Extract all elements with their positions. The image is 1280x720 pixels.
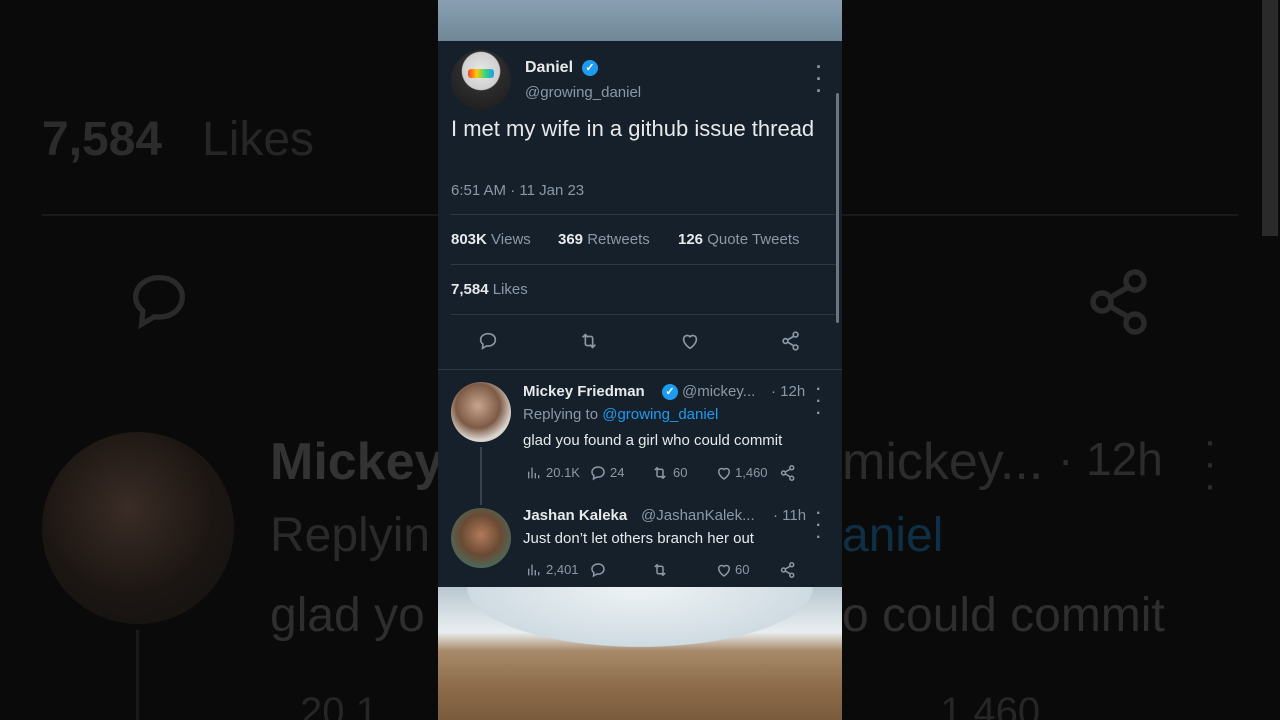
like-icon[interactable]	[679, 330, 701, 352]
bg-thread-line	[136, 630, 139, 720]
reply-icon[interactable]	[589, 561, 607, 579]
views-label: Views	[491, 231, 531, 248]
divider	[451, 214, 836, 215]
more-options-icon[interactable]: · · ·	[816, 382, 821, 422]
quotes-stat[interactable]: 126 Quote Tweets	[678, 231, 799, 248]
bg-right-scroll	[1262, 0, 1278, 236]
bg-reply-time: · 12h	[1058, 433, 1163, 485]
like-icon[interactable]	[715, 561, 733, 579]
reply-retweets-count: 60	[673, 465, 688, 480]
bg-share-icon	[1090, 269, 1147, 335]
reply-views-count: 20.1K	[546, 465, 580, 480]
verified-badge-icon: ✓	[582, 60, 598, 76]
reply-views-count: 2,401	[546, 562, 579, 577]
replying-prefix: Replying to	[523, 406, 599, 423]
bg-reply-text-left: glad yo	[270, 589, 425, 642]
divider	[451, 264, 836, 265]
bg-likes-label: Likes	[202, 113, 315, 166]
likes-label: Likes	[492, 281, 528, 298]
views-icon[interactable]	[526, 465, 542, 481]
divider	[438, 369, 842, 370]
reply-avatar[interactable]	[451, 382, 511, 442]
reply-time[interactable]: · 11h	[773, 507, 806, 524]
quotes-label: Quote Tweets	[707, 231, 800, 248]
reply-author-name[interactable]: Mickey Friedman	[523, 383, 645, 400]
share-icon[interactable]	[780, 330, 802, 352]
reply-likes-count: 60	[735, 562, 750, 577]
bg-likes-partial: 1,460	[940, 690, 1041, 720]
reply-text: glad you found a girl who could commit	[523, 432, 783, 449]
bg-replying-prefix: Replyin	[270, 509, 431, 562]
tweet-card: Daniel ✓ @growing_daniel · · · I met my wi…	[438, 41, 842, 587]
like-icon[interactable]	[715, 464, 733, 482]
views-icon[interactable]	[526, 562, 542, 578]
bg-divider-right	[842, 214, 1238, 216]
author-name[interactable]: Daniel	[525, 59, 573, 77]
more-options-icon[interactable]: · · ·	[816, 506, 821, 546]
retweet-icon[interactable]	[650, 464, 670, 482]
bg-reply-text-right: o could commit	[842, 589, 1165, 642]
scrollbar[interactable]	[836, 93, 839, 323]
reply-comments-count: 24	[610, 465, 625, 480]
background-sky	[438, 0, 842, 41]
verified-badge-icon: ✓	[662, 384, 678, 400]
bg-more-icon: · · ·	[1203, 419, 1217, 507]
bg-reply-name: Mickey	[270, 433, 444, 491]
more-options-icon[interactable]: · · ·	[816, 58, 822, 100]
phone-frame: Daniel ✓ @growing_daniel · · · I met my wi…	[438, 0, 842, 720]
reply-time[interactable]: · 12h	[771, 383, 805, 400]
share-icon[interactable]	[779, 561, 797, 579]
reply-text: Just don’t let others branch her out	[523, 530, 754, 547]
reply-icon[interactable]	[477, 330, 499, 352]
author-avatar[interactable]	[451, 50, 511, 110]
replying-handle-link[interactable]: @growing_daniel	[602, 406, 718, 423]
retweets-count: 369	[558, 231, 584, 248]
sunglasses	[468, 69, 494, 78]
reply-author-handle[interactable]: @JashanKalek...	[641, 507, 755, 524]
bg-divider	[42, 214, 438, 216]
bg-reply-icon	[133, 275, 185, 330]
reply-avatar[interactable]	[451, 508, 511, 568]
retweet-icon[interactable]	[578, 330, 600, 352]
divider	[451, 314, 836, 315]
share-icon[interactable]	[779, 464, 797, 482]
retweets-label: Retweets	[587, 231, 650, 248]
background-wave	[438, 587, 842, 657]
retweet-icon[interactable]	[650, 561, 670, 579]
reply-icon[interactable]	[589, 464, 607, 482]
author-handle[interactable]: @growing_daniel	[525, 84, 641, 101]
likes-stat[interactable]: 7,584 Likes	[451, 281, 528, 298]
likes-count: 7,584	[451, 281, 489, 298]
thread-line	[480, 447, 482, 505]
retweets-stat[interactable]: 369 Retweets	[558, 231, 650, 248]
quotes-count: 126	[678, 231, 704, 248]
views-stat[interactable]: 803K Views	[451, 231, 531, 248]
reply-likes-count: 1,460	[735, 465, 768, 480]
reply-author-handle[interactable]: @mickey...	[682, 383, 755, 400]
tweet-timestamp[interactable]: 6:51 AM · 11 Jan 23	[451, 182, 584, 199]
bg-likes-count: 7,584	[42, 113, 163, 166]
bg-replying-link: aniel	[842, 509, 944, 562]
reply-author-name[interactable]: Jashan Kaleka	[523, 507, 627, 524]
bg-views-partial: 20.1	[300, 690, 378, 720]
replying-to: Replying to @growing_daniel	[523, 406, 718, 423]
views-count: 803K	[451, 231, 487, 248]
bg-avatar	[42, 432, 234, 624]
tweet-text: I met my wife in a github issue thread	[451, 116, 815, 141]
bg-reply-handle: mickey...	[842, 433, 1044, 491]
